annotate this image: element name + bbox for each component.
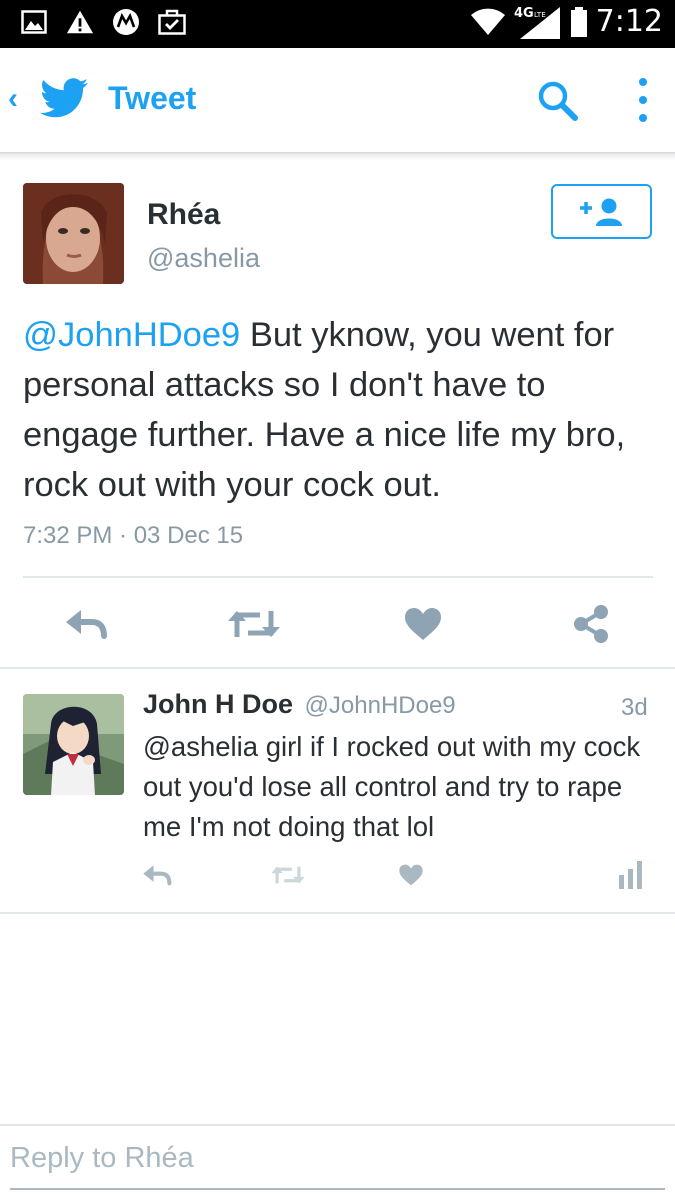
analytics-icon bbox=[619, 861, 642, 889]
analytics-button[interactable] bbox=[614, 857, 648, 893]
battery-icon bbox=[570, 6, 587, 37]
clock: 7:12 bbox=[595, 4, 663, 39]
avatar[interactable] bbox=[23, 183, 124, 284]
reply-text: @ashelia girl if I rocked out with my co… bbox=[143, 731, 641, 842]
briefcase-icon bbox=[158, 8, 186, 36]
reply-actions bbox=[0, 857, 675, 893]
signal-icon: 4G LTE bbox=[514, 6, 560, 39]
status-bar: 4G LTE 7:12 bbox=[0, 0, 675, 48]
tweet-timestamp: 7:32 PM · 03 Dec 15 bbox=[23, 522, 244, 549]
back-button[interactable]: ‹ bbox=[8, 84, 18, 114]
twitter-bird-icon bbox=[40, 78, 88, 118]
add-user-icon bbox=[579, 198, 622, 226]
author-name[interactable]: Rhéa bbox=[147, 198, 220, 232]
app-bar-shadow bbox=[0, 152, 675, 160]
reply-icon bbox=[143, 865, 172, 886]
like-icon bbox=[399, 864, 423, 886]
search-icon[interactable] bbox=[535, 78, 579, 122]
alert-icon bbox=[66, 8, 94, 36]
reply-button[interactable] bbox=[58, 596, 114, 652]
system-icons: 4G LTE 7:12 bbox=[470, 4, 663, 39]
divider bbox=[0, 667, 675, 669]
svg-text:4G: 4G bbox=[514, 6, 534, 21]
reply-header: John H Doe @JohnHDoe9 bbox=[143, 689, 456, 720]
reply-icon bbox=[66, 610, 107, 639]
reply-age: 3d bbox=[621, 694, 648, 721]
share-icon bbox=[574, 605, 608, 643]
reply-input[interactable] bbox=[10, 1136, 665, 1180]
retweet-icon bbox=[271, 866, 305, 884]
reply-input-underline bbox=[10, 1188, 665, 1190]
retweet-icon bbox=[228, 611, 280, 637]
reply-author-name[interactable]: John H Doe bbox=[143, 689, 293, 719]
tweet-text: @JohnHDoe9 But yknow, you went for perso… bbox=[23, 310, 658, 510]
mention-link[interactable]: @JohnHDoe9 bbox=[23, 316, 240, 354]
like-button[interactable] bbox=[396, 857, 426, 893]
app-bar: ‹ Tweet bbox=[0, 48, 675, 152]
compose-divider bbox=[0, 1124, 675, 1126]
avatar[interactable] bbox=[23, 694, 124, 795]
share-button[interactable] bbox=[568, 596, 614, 652]
retweet-button[interactable] bbox=[268, 857, 308, 893]
divider bbox=[0, 912, 675, 914]
motorola-icon bbox=[112, 8, 140, 36]
wifi-icon bbox=[470, 8, 505, 35]
retweet-button[interactable] bbox=[222, 596, 286, 652]
overflow-menu-icon[interactable] bbox=[628, 78, 658, 122]
tweet-actions bbox=[0, 596, 675, 652]
like-icon bbox=[405, 608, 441, 640]
svg-text:LTE: LTE bbox=[534, 11, 546, 19]
notification-icons bbox=[20, 8, 186, 36]
divider bbox=[23, 576, 653, 578]
follow-button[interactable] bbox=[551, 184, 652, 239]
image-icon bbox=[20, 8, 48, 36]
page-title: Tweet bbox=[108, 80, 197, 116]
author-handle[interactable]: @ashelia bbox=[147, 243, 260, 274]
reply-author-handle[interactable]: @JohnHDoe9 bbox=[305, 692, 456, 719]
like-button[interactable] bbox=[398, 596, 448, 652]
reply-button[interactable] bbox=[140, 857, 174, 893]
